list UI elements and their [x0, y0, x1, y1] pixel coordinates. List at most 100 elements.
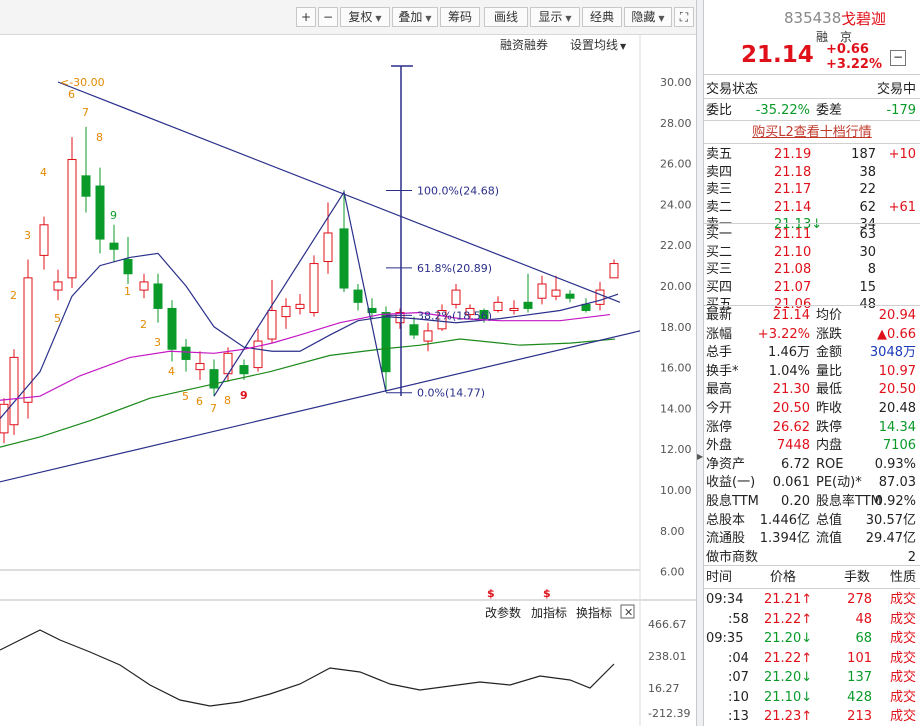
- ask-label: 卖三: [706, 182, 733, 197]
- stat-row: 涨停 26.62 跌停 14.34: [704, 418, 920, 437]
- trade-row: 09:35 21.20↓ 68 成交: [704, 629, 920, 648]
- trade-row: :13 21.23↑ 213 成交: [704, 707, 920, 726]
- stat-value: 20.50: [878, 382, 916, 398]
- bid-label: 买二: [706, 244, 733, 260]
- y-axis-label: 10.00: [660, 484, 692, 497]
- trade-status-value: 交易中: [876, 82, 916, 97]
- td-sequential-count: 4: [168, 365, 175, 378]
- stat-label: 跌停: [816, 419, 843, 435]
- stat-label: 今开: [706, 401, 733, 416]
- candle-down: [95, 185, 105, 240]
- td-sequential-count: 5: [54, 312, 61, 325]
- candle-up: [423, 330, 433, 342]
- trade-price: 21.10↓: [764, 689, 813, 705]
- stat-value: 1.46万: [768, 345, 810, 361]
- stat-label: 总值: [816, 512, 843, 528]
- bid-row: 买三 21.08 8: [704, 260, 920, 279]
- ask-label: 卖五: [706, 147, 733, 162]
- stat-value: 3048万: [869, 345, 916, 361]
- stat-label: 收益(一): [706, 475, 756, 491]
- stat-value: 20.48: [878, 401, 916, 416]
- quote-header: 835438 戈碧迦 融 京 21.14 +0.66 +3.22% −: [704, 0, 920, 75]
- td-sequential-count: 8: [224, 394, 231, 407]
- candle-down: [181, 346, 191, 360]
- panel-splitter[interactable]: ▶: [696, 0, 704, 726]
- trades-time-header: 时间: [706, 570, 733, 585]
- bid-row: 买一 21.11 63: [704, 225, 920, 244]
- candle-up: [509, 307, 519, 311]
- y-axis-label: 18.00: [660, 321, 692, 334]
- candle-up: [0, 403, 9, 434]
- stat-label: 股息TTM: [706, 494, 759, 509]
- stat-label: 金额: [816, 345, 843, 361]
- ask-price: 21.17: [774, 182, 812, 197]
- buy-l2-link[interactable]: 购买L2查看十档行情: [704, 123, 920, 142]
- stat-value: 29.47亿: [865, 531, 916, 547]
- stat-label: 换手*: [706, 363, 739, 379]
- candle-up: [67, 159, 77, 279]
- indicator-line: [0, 629, 615, 707]
- trade-volume: 137: [847, 670, 872, 685]
- stat-label: 股息率TTM: [816, 494, 882, 509]
- trade-price: 21.22↑: [764, 611, 813, 627]
- candle-up: [595, 289, 605, 305]
- trade-time: 09:35: [706, 631, 744, 646]
- trade-row: :04 21.22↑ 101 成交: [704, 649, 920, 668]
- bid-price: 21.11: [774, 227, 812, 242]
- ask-volume: 187: [851, 147, 876, 162]
- candle-down: [209, 369, 219, 389]
- stat-value: 26.62: [772, 419, 810, 435]
- candle-up: [551, 289, 561, 297]
- ask-delta: +61: [888, 199, 916, 215]
- weibi-value: -35.22%: [755, 103, 810, 118]
- stat-row: 做市商数 2: [704, 548, 920, 567]
- stat-label: 内盘: [816, 438, 843, 454]
- candle-up: [139, 281, 149, 291]
- trade-price: 21.21↑: [764, 592, 813, 607]
- candle-down: [81, 175, 91, 197]
- trades-nature-header: 性质: [890, 570, 917, 585]
- collapse-arrow-icon[interactable]: ▶: [697, 452, 703, 461]
- indicator-params-button[interactable]: 改参数: [485, 605, 521, 620]
- stat-row: 总手 1.46万 金额 3048万: [704, 343, 920, 362]
- trade-time: 09:34: [706, 592, 744, 607]
- stat-label: 均价: [816, 308, 843, 323]
- kline-chart[interactable]: 30.0028.0026.0024.0022.0020.0018.0016.00…: [0, 0, 696, 726]
- switch-indicator-button[interactable]: 换指标: [576, 605, 612, 620]
- bid-row: 买二 21.10 30: [704, 243, 920, 262]
- trade-status-row: 交易状态 交易中: [704, 80, 920, 99]
- ask-volume: 62: [859, 199, 876, 215]
- stat-row: 净资产 6.72 ROE 0.93%: [704, 455, 920, 474]
- trade-row: 09:34 21.21↑ 278 成交: [704, 590, 920, 609]
- candle-up: [53, 281, 63, 291]
- stat-row: 最高 21.30 最低 20.50: [704, 380, 920, 399]
- trade-volume: 68: [855, 631, 872, 646]
- trade-nature: 成交: [890, 611, 917, 627]
- candle-down: [565, 293, 575, 299]
- stat-value: 30.57亿: [865, 512, 916, 528]
- stat-row: 外盘 7448 内盘 7106: [704, 436, 920, 455]
- trades-header: 时间 价格 手数 性质: [704, 568, 920, 587]
- ma10-line: [0, 311, 611, 401]
- stat-value: 7106: [882, 438, 916, 454]
- y-axis-label: 26.00: [660, 158, 692, 171]
- candle-down: [123, 258, 133, 275]
- stat-label: 最低: [816, 382, 843, 398]
- stat-label: 涨停: [706, 419, 733, 435]
- trade-price: 21.20↓: [764, 670, 813, 685]
- peak-price-label: <-30.00: [60, 76, 105, 89]
- trade-row: :58 21.22↑ 48 成交: [704, 610, 920, 629]
- bid-label: 买四: [706, 279, 733, 295]
- add-indicator-button[interactable]: 加指标: [531, 605, 567, 620]
- chart-area[interactable]: + − 复权 ▼ 叠加 ▼ 筹码 画线 显示 ▼ 经典 隐藏 ▼ ⛶ 融资融券 设置均线…: [0, 0, 696, 726]
- stat-label: 净资产: [706, 456, 746, 472]
- ma5-line: [0, 252, 619, 419]
- stat-value: 0.061: [772, 475, 810, 491]
- td-sequential-count: 3: [154, 336, 161, 349]
- collapse-button[interactable]: −: [890, 50, 906, 66]
- candle-down: [167, 307, 177, 350]
- weibi-label: 委比: [706, 103, 733, 118]
- close-icon[interactable]: ✕: [624, 606, 633, 619]
- upper-trendline: [57, 81, 621, 303]
- indicator-axis-label: -212.39: [648, 707, 690, 720]
